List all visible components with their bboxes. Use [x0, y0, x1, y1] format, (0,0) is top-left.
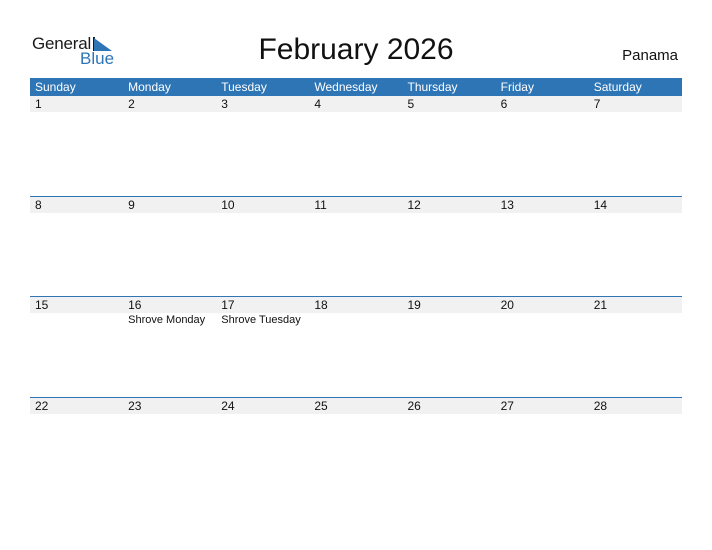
day-number: 8 — [30, 196, 124, 213]
day-cell: 25 — [309, 397, 403, 414]
day-number: 24 — [216, 397, 310, 414]
day-cell: 6 — [495, 96, 589, 112]
day-number: 7 — [588, 96, 682, 112]
weekday-header-sunday: Sunday — [35, 80, 76, 94]
calendar-week-row: 1234567 — [30, 96, 682, 196]
day-number: 2 — [123, 96, 217, 112]
day-cell: 15 — [30, 297, 124, 327]
weekday-header-row: Sunday Monday Tuesday Wednesday Thursday… — [30, 78, 682, 96]
day-cell: 23 — [123, 397, 217, 414]
day-number: 18 — [309, 297, 403, 313]
page-title: February 2026 — [258, 33, 454, 66]
day-number: 3 — [216, 96, 310, 112]
day-number: 13 — [495, 196, 589, 213]
weekday-header-thursday: Thursday — [407, 80, 458, 94]
weekday-header-tuesday: Tuesday — [221, 80, 267, 94]
holiday-event: Shrove Tuesday — [221, 314, 301, 326]
day-number: 5 — [402, 96, 496, 112]
day-cell: 16 Shrove Monday — [123, 297, 217, 327]
day-number: 1 — [30, 96, 124, 112]
day-number: 17 — [216, 297, 310, 313]
day-number: 9 — [123, 196, 217, 213]
day-number: 21 — [588, 297, 682, 313]
day-number: 6 — [495, 96, 589, 112]
day-cell: 26 — [402, 397, 496, 414]
calendar-week-row: 8 9 10 11 12 13 14 — [30, 195, 682, 297]
weekday-header-wednesday: Wednesday — [314, 80, 378, 94]
day-number: 25 — [309, 397, 403, 414]
day-number: 12 — [402, 196, 496, 213]
day-cell: 17 Shrove Tuesday — [216, 297, 310, 327]
day-cell: 5 — [402, 96, 496, 112]
week-days: 15 16 Shrove Monday 17 Shrove Tuesday 18 19 20 2… — [30, 297, 682, 327]
day-number: 4 — [309, 96, 403, 112]
holiday-event: Shrove Monday — [128, 314, 206, 326]
day-cell: 13 — [495, 196, 589, 213]
day-cell: 4 — [309, 96, 403, 112]
day-cell: 21 — [588, 297, 682, 327]
day-cell: 8 — [30, 196, 124, 213]
day-cell: 11 — [309, 196, 403, 213]
day-number: 14 — [588, 196, 682, 213]
day-number: 11 — [309, 196, 403, 213]
week-days: 22 23 24 25 26 27 28 — [30, 397, 682, 414]
weekday-header-saturday: Saturday — [593, 80, 642, 94]
day-number: 16 — [123, 297, 217, 313]
weekday-header-monday: Monday — [128, 80, 171, 94]
day-number: 20 — [495, 297, 589, 313]
country-label: Panama — [622, 47, 678, 64]
day-cell: 2 — [123, 96, 217, 112]
day-cell: 7 — [588, 96, 682, 112]
weekday-header-friday: Friday — [500, 80, 534, 94]
day-cell: 20 — [495, 297, 589, 327]
day-cell: 19 — [402, 297, 496, 327]
day-number: 15 — [30, 297, 124, 313]
day-number: 19 — [402, 297, 496, 313]
day-cell: 3 — [216, 96, 310, 112]
calendar-week-row: 15 16 Shrove Monday 17 Shrove Tuesday 18 19 20 2… — [30, 296, 682, 397]
day-number: 23 — [123, 397, 217, 414]
day-number: 26 — [402, 397, 496, 414]
week-days: 8 9 10 11 12 13 14 — [30, 196, 682, 213]
day-cell: 10 — [216, 196, 310, 213]
day-cell: 18 — [309, 297, 403, 327]
day-number: 22 — [30, 397, 124, 414]
calendar-week-row: 22 23 24 25 26 27 28 — [30, 396, 682, 498]
day-cell: 9 — [123, 196, 217, 213]
day-cell: 27 — [495, 397, 589, 414]
day-cell: 14 — [588, 196, 682, 213]
day-cell: 22 — [30, 397, 124, 414]
day-cell: 28 — [588, 397, 682, 414]
day-number: 27 — [495, 397, 589, 414]
day-number: 10 — [216, 196, 310, 213]
week-days: 1234567 — [30, 96, 682, 112]
day-cell: 24 — [216, 397, 310, 414]
day-number: 28 — [588, 397, 682, 414]
calendar-grid: Sunday Monday Tuesday Wednesday Thursday… — [30, 78, 682, 497]
day-cell: 1 — [30, 96, 124, 112]
day-cell: 12 — [402, 196, 496, 213]
